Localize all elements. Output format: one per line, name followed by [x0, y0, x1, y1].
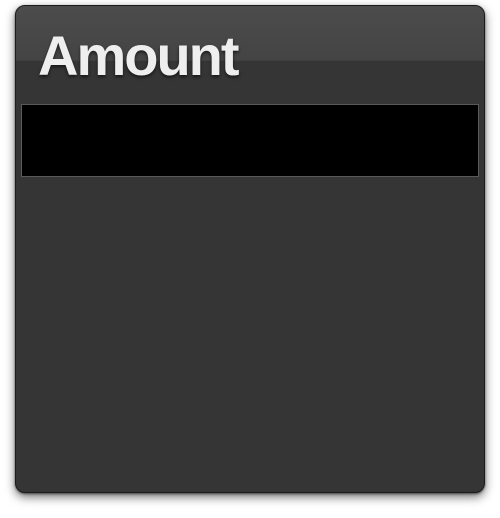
amount-input[interactable]: [21, 104, 479, 177]
panel-title: Amount: [38, 24, 240, 87]
panel-header: Amount: [16, 6, 484, 100]
stage: Amount: [0, 0, 500, 518]
amount-panel: Amount: [15, 5, 485, 493]
